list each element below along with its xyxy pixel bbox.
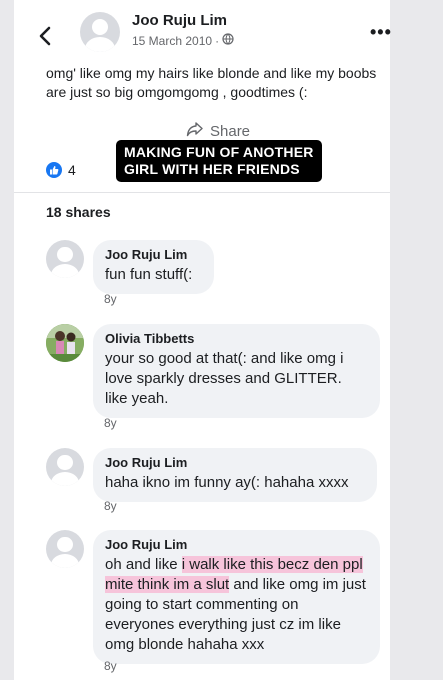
comment-bubble: Joo Ruju Lim fun fun stuff(: bbox=[93, 240, 214, 294]
post-date[interactable]: 15 March 2010 bbox=[132, 34, 212, 48]
comment-bubble: Joo Ruju Lim haha ikno im funny ay(: hah… bbox=[93, 448, 377, 502]
more-icon[interactable]: ••• bbox=[370, 22, 392, 43]
reactions-summary[interactable]: 4 bbox=[46, 162, 76, 178]
chevron-left-icon[interactable] bbox=[34, 24, 58, 48]
comment-bubble: Olivia Tibbetts your so good at that(: a… bbox=[93, 324, 380, 418]
commenter-avatar[interactable] bbox=[46, 324, 84, 362]
post-card: Joo Ruju Lim 15 March 2010 · ••• omg' li… bbox=[14, 0, 392, 680]
comment-time[interactable]: 8y bbox=[104, 416, 117, 430]
comment-text-start: oh and like bbox=[105, 556, 182, 573]
commenter-name[interactable]: Olivia Tibbetts bbox=[105, 331, 368, 346]
post-text: omg' like omg my hairs like blonde and l… bbox=[46, 65, 377, 100]
commenter-avatar[interactable] bbox=[46, 240, 84, 278]
comment-time[interactable]: 8y bbox=[104, 499, 117, 513]
post-meta: 15 March 2010 · bbox=[132, 33, 234, 48]
comment-bubble: Joo Ruju Lim oh and like i walk like thi… bbox=[93, 530, 380, 664]
thumbs-up-icon bbox=[46, 162, 62, 178]
shares-count[interactable]: 18 shares bbox=[46, 204, 111, 220]
commenter-name[interactable]: Joo Ruju Lim bbox=[105, 247, 202, 262]
commenter-avatar[interactable] bbox=[46, 530, 84, 568]
globe-icon bbox=[222, 33, 234, 48]
comment-text: oh and like i walk like this becz den pp… bbox=[105, 555, 368, 655]
commenter-avatar[interactable] bbox=[46, 448, 84, 486]
post-author[interactable]: Joo Ruju Lim bbox=[132, 12, 227, 29]
share-icon bbox=[186, 121, 204, 141]
comment-text: haha ikno im funny ay(: hahaha xxxx bbox=[105, 474, 349, 491]
divider bbox=[14, 192, 390, 193]
author-avatar[interactable] bbox=[80, 12, 120, 52]
comment-text: your so good at that(: and like omg i lo… bbox=[105, 350, 344, 407]
share-label: Share bbox=[210, 122, 251, 140]
overlay-caption: MAKING FUN OF ANOTHER GIRL WITH HER FRIE… bbox=[116, 140, 322, 182]
meta-separator: · bbox=[215, 33, 220, 48]
comment-time[interactable]: 8y bbox=[104, 292, 117, 306]
share-button[interactable]: Share bbox=[186, 121, 250, 141]
comment-text: fun fun stuff(: bbox=[105, 266, 193, 283]
commenter-name[interactable]: Joo Ruju Lim bbox=[105, 537, 368, 552]
like-count: 4 bbox=[68, 162, 76, 178]
comment-time[interactable]: 8y bbox=[104, 659, 117, 673]
commenter-name[interactable]: Joo Ruju Lim bbox=[105, 455, 365, 470]
